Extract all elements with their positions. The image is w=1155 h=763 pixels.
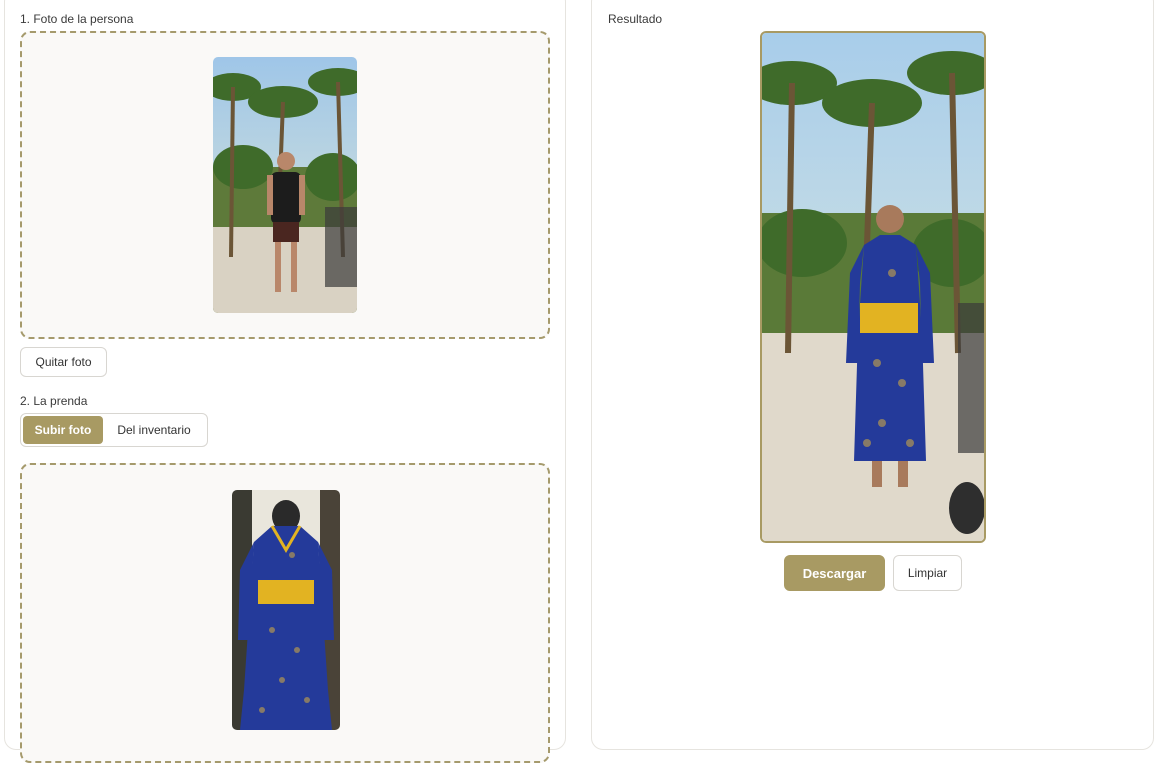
result-image — [760, 31, 986, 543]
download-button[interactable]: Descargar — [784, 555, 885, 591]
garment-section-label: 2. La prenda — [20, 394, 88, 408]
person-photo-dropzone[interactable] — [20, 31, 550, 339]
result-section-label: Resultado — [608, 12, 663, 26]
remove-photo-button[interactable]: Quitar foto — [20, 347, 107, 377]
tab-upload-photo[interactable]: Subir foto — [23, 416, 103, 444]
clear-button[interactable]: Limpiar — [893, 555, 962, 591]
person-section-label: 1. Foto de la persona — [20, 12, 134, 26]
tab-from-inventory[interactable]: Del inventario — [103, 416, 205, 444]
person-photo — [213, 57, 357, 313]
garment-photo-dropzone[interactable] — [20, 463, 550, 763]
garment-photo — [232, 490, 340, 730]
garment-source-tabs: Subir foto Del inventario — [20, 413, 208, 447]
